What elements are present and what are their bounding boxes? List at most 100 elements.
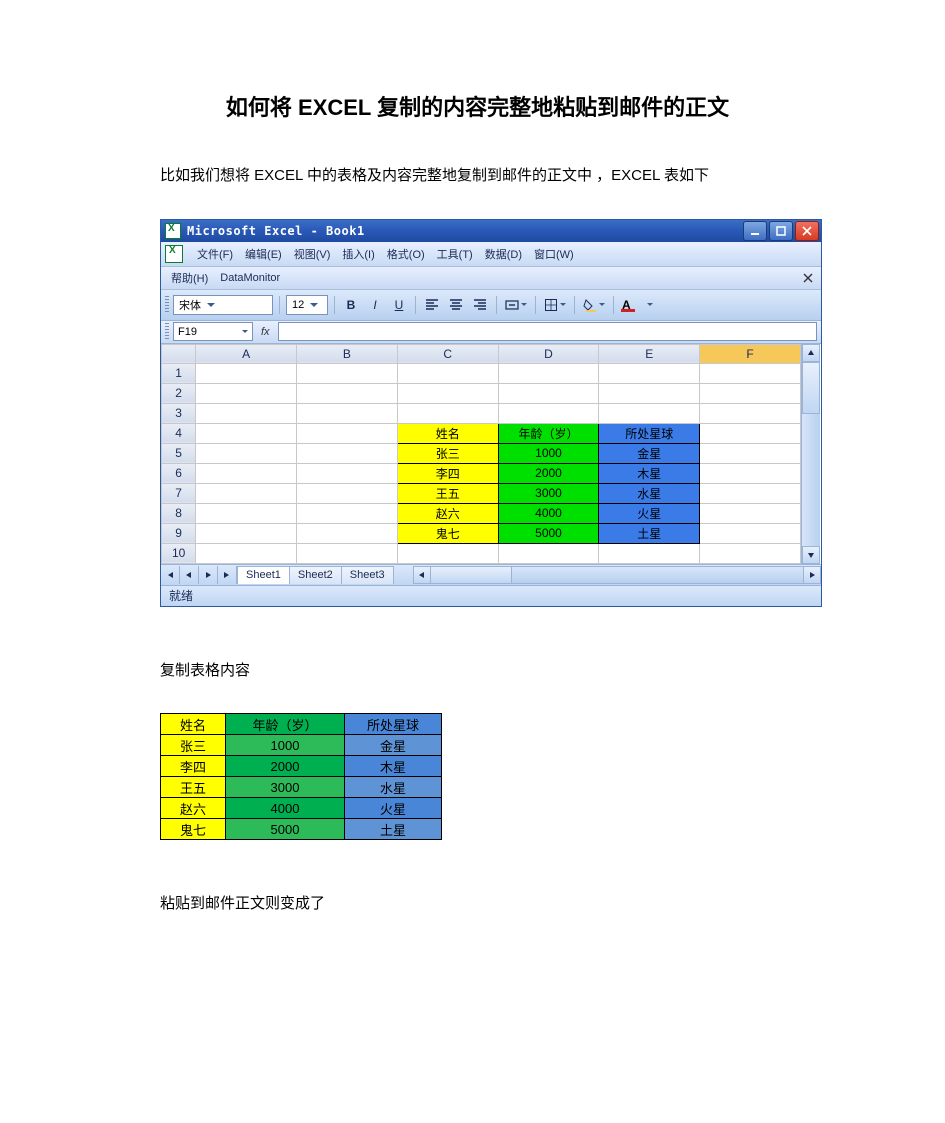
fill-color-button[interactable] — [581, 296, 607, 314]
scroll-left-button[interactable] — [414, 567, 431, 583]
scroll-up-button[interactable] — [802, 344, 820, 362]
cell[interactable]: 2000 — [498, 463, 599, 483]
menu-edit[interactable]: 编辑(E) — [239, 246, 288, 262]
sheet-nav-prev[interactable] — [180, 566, 199, 584]
font-color-button[interactable]: A — [620, 296, 655, 314]
cell[interactable]: 所处星球 — [599, 423, 700, 443]
fx-label[interactable]: fx — [257, 326, 274, 338]
bold-button[interactable]: B — [341, 296, 361, 314]
row-header[interactable]: 6 — [162, 463, 196, 483]
col-header[interactable]: C — [397, 344, 498, 363]
underline-button[interactable]: U — [389, 296, 409, 314]
font-size-select[interactable]: 12 — [286, 295, 328, 315]
borders-button[interactable] — [542, 296, 568, 314]
align-center-button[interactable] — [446, 296, 466, 314]
cell[interactable]: 1000 — [498, 443, 599, 463]
cell[interactable]: 4000 — [498, 503, 599, 523]
cell[interactable]: 3000 — [498, 483, 599, 503]
toolbar-grip[interactable] — [165, 296, 169, 314]
cell[interactable]: 张三 — [397, 443, 498, 463]
scroll-thumb[interactable] — [431, 567, 512, 583]
cell[interactable]: 赵六 — [397, 503, 498, 523]
row-header[interactable]: 4 — [162, 423, 196, 443]
table-cell: 王五 — [161, 777, 226, 798]
vertical-scrollbar[interactable] — [801, 344, 820, 564]
excel-doc-icon[interactable] — [165, 245, 183, 263]
menu-tools[interactable]: 工具(T) — [431, 246, 479, 262]
row-header[interactable]: 1 — [162, 363, 196, 383]
table-cell: 火星 — [345, 798, 442, 819]
col-header-active[interactable]: F — [700, 344, 801, 363]
scroll-right-button[interactable] — [803, 567, 820, 583]
select-all-corner[interactable] — [162, 344, 196, 363]
table-cell: 年龄（岁） — [226, 714, 345, 735]
cell[interactable]: 土星 — [599, 523, 700, 543]
cell[interactable]: 王五 — [397, 483, 498, 503]
chevron-down-icon — [521, 303, 527, 306]
cell[interactable]: 姓名 — [397, 423, 498, 443]
col-header[interactable]: A — [196, 344, 297, 363]
spreadsheet-grid[interactable]: A B C D E F 1 2 3 4 姓名 年龄（岁） — [161, 344, 801, 564]
horizontal-scrollbar[interactable] — [413, 566, 821, 584]
excel-window: Microsoft Excel - Book1 文件(F) 编辑(E) 视图(V… — [160, 219, 822, 607]
formula-bar: F19 fx — [161, 321, 821, 344]
sheet-tab-active[interactable]: Sheet1 — [237, 566, 290, 584]
cell[interactable]: 年龄（岁） — [498, 423, 599, 443]
sheet-tab[interactable]: Sheet3 — [341, 566, 394, 584]
menu-help[interactable]: 帮助(H) — [165, 270, 214, 286]
formulabar-grip[interactable] — [165, 323, 169, 341]
cell[interactable]: 水星 — [599, 483, 700, 503]
cell[interactable]: 鬼七 — [397, 523, 498, 543]
table-cell: 水星 — [345, 777, 442, 798]
table-cell: 土星 — [345, 819, 442, 840]
row-header[interactable]: 5 — [162, 443, 196, 463]
menu-datamonitor[interactable]: DataMonitor — [214, 272, 286, 284]
font-select[interactable]: 宋体 — [173, 295, 273, 315]
align-left-button[interactable] — [422, 296, 442, 314]
italic-button[interactable]: I — [365, 296, 385, 314]
document-close-button[interactable] — [801, 271, 815, 285]
table-cell: 所处星球 — [345, 714, 442, 735]
row-header[interactable]: 2 — [162, 383, 196, 403]
cell[interactable]: 木星 — [599, 463, 700, 483]
menu-insert[interactable]: 插入(I) — [336, 246, 380, 262]
formula-input[interactable] — [278, 322, 817, 341]
titlebar[interactable]: Microsoft Excel - Book1 — [161, 220, 821, 242]
sheet-nav-last[interactable] — [218, 566, 237, 584]
scroll-down-button[interactable] — [802, 546, 820, 564]
cell[interactable]: 火星 — [599, 503, 700, 523]
close-button[interactable] — [795, 221, 819, 241]
font-size: 12 — [292, 299, 304, 311]
status-bar: 就绪 — [161, 585, 821, 606]
align-right-button[interactable] — [470, 296, 490, 314]
name-box-value: F19 — [178, 326, 197, 338]
name-box[interactable]: F19 — [173, 322, 253, 341]
sheet-nav-next[interactable] — [199, 566, 218, 584]
menu-format[interactable]: 格式(O) — [381, 246, 431, 262]
row-header[interactable]: 9 — [162, 523, 196, 543]
minimize-button[interactable] — [743, 221, 767, 241]
cell[interactable]: 金星 — [599, 443, 700, 463]
maximize-button[interactable] — [769, 221, 793, 241]
cell[interactable]: 5000 — [498, 523, 599, 543]
menu-data[interactable]: 数据(D) — [479, 246, 528, 262]
menu-file[interactable]: 文件(F) — [191, 246, 239, 262]
row-header[interactable]: 8 — [162, 503, 196, 523]
table-cell: 3000 — [226, 777, 345, 798]
sheet-nav-first[interactable] — [161, 566, 180, 584]
row-header[interactable]: 3 — [162, 403, 196, 423]
menu-view[interactable]: 视图(V) — [288, 246, 337, 262]
table-cell: 木星 — [345, 756, 442, 777]
scroll-thumb[interactable] — [802, 362, 820, 414]
menu-bar: 文件(F) 编辑(E) 视图(V) 插入(I) 格式(O) 工具(T) 数据(D… — [161, 242, 821, 267]
row-header[interactable]: 10 — [162, 543, 196, 563]
doc-title: 如何将 EXCEL 复制的内容完整地粘贴到邮件的正文 — [160, 90, 795, 122]
menu-window[interactable]: 窗口(W) — [528, 246, 580, 262]
col-header[interactable]: B — [297, 344, 398, 363]
sheet-tab[interactable]: Sheet2 — [289, 566, 342, 584]
col-header[interactable]: E — [599, 344, 700, 363]
col-header[interactable]: D — [498, 344, 599, 363]
merge-center-button[interactable] — [503, 296, 529, 314]
row-header[interactable]: 7 — [162, 483, 196, 503]
cell[interactable]: 李四 — [397, 463, 498, 483]
